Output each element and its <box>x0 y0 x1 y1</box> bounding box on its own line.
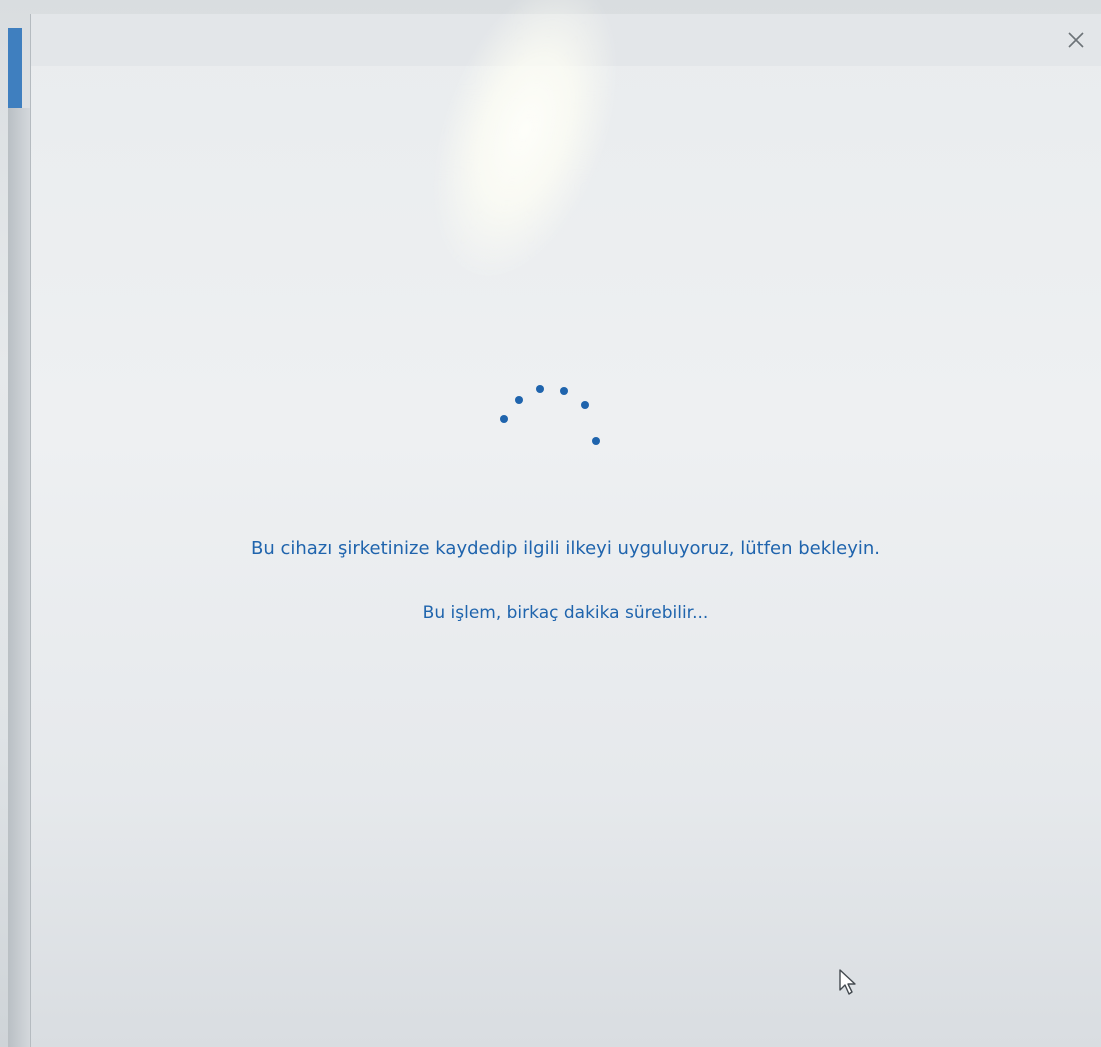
dialog-titlebar <box>31 14 1101 66</box>
background-window-frame <box>8 108 30 1047</box>
screen: Bu cihazı şirketinize kaydedip ilgili il… <box>0 0 1101 1047</box>
close-icon <box>1068 32 1084 48</box>
enrollment-status-message: Bu cihazı şirketinize kaydedip ilgili il… <box>250 538 881 559</box>
loading-spinner-icon <box>490 378 610 458</box>
background-window-edge <box>8 28 22 108</box>
enrollment-dialog <box>30 14 1101 1047</box>
enrollment-wait-message: Bu işlem, birkaç dakika sürebilir... <box>422 603 709 623</box>
close-button[interactable] <box>1064 28 1088 52</box>
mouse-pointer-icon <box>838 968 858 998</box>
